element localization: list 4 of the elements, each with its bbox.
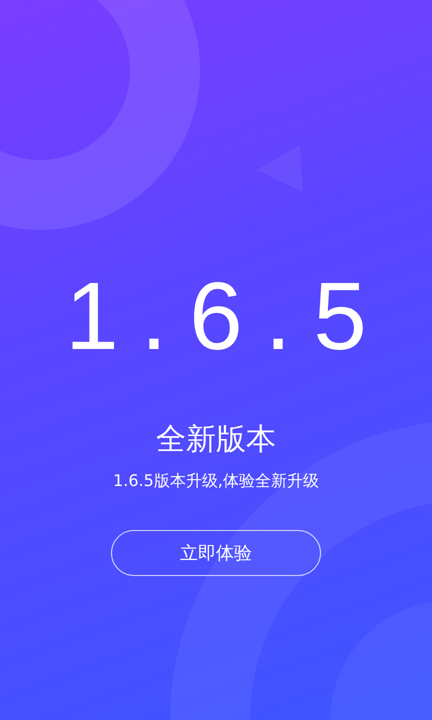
try-now-button[interactable]: 立即体验 [110,530,321,576]
title: 全新版本 [156,421,276,459]
version-number: 1.6.5 [65,262,389,372]
subtitle: 1.6.5版本升级,体验全新升级 [113,470,319,492]
